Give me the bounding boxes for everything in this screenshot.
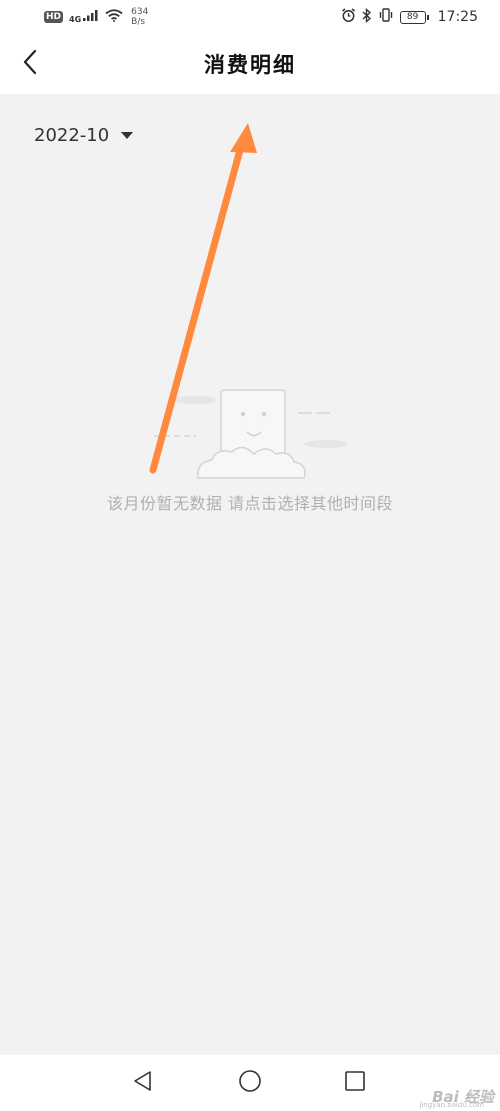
triangle-back-icon	[132, 1070, 154, 1096]
status-bar-right: 89 17:25	[341, 7, 478, 27]
circle-home-icon	[238, 1069, 262, 1097]
battery-level: 89	[406, 11, 419, 22]
navbar: 消费明细	[0, 34, 500, 94]
nav-home-button[interactable]	[236, 1069, 264, 1097]
back-button[interactable]	[14, 48, 46, 80]
status-bar: HD 4G 634 B/s 89 17:25	[0, 0, 500, 34]
watermark-subtext: jingyan.baidu.com	[419, 1101, 484, 1109]
status-bar-left: HD 4G 634 B/s	[44, 7, 148, 27]
speed-unit: B/s	[131, 17, 146, 27]
speed-value: 634	[131, 7, 149, 17]
wifi-icon	[105, 8, 123, 26]
bottom-navigation-bar: Bai 经验 jingyan.baidu.com	[0, 1055, 500, 1111]
alarm-icon	[341, 7, 356, 27]
page-title: 消费明细	[204, 52, 296, 77]
annotation-arrow	[149, 123, 257, 474]
empty-state-illustration	[150, 378, 350, 488]
hd-badge: HD	[44, 11, 64, 23]
network-speed: 634 B/s	[131, 7, 148, 27]
month-selector[interactable]: 2022-10	[34, 121, 134, 149]
square-recent-icon	[344, 1070, 366, 1096]
empty-state-message: 该月份暂无数据 请点击选择其他时间段	[106, 494, 394, 513]
network-type: 4G	[69, 15, 82, 24]
caret-down-icon	[121, 131, 134, 139]
clock: 17:25	[437, 9, 478, 25]
battery-icon: 89	[399, 10, 429, 24]
signal-icon	[83, 9, 99, 25]
nav-back-button[interactable]	[129, 1069, 157, 1097]
empty-box-icon	[154, 389, 348, 479]
bluetooth-icon	[362, 7, 372, 27]
vibrate-icon	[378, 8, 394, 26]
nav-recent-apps-button[interactable]	[341, 1069, 369, 1097]
chevron-left-icon	[22, 49, 38, 79]
baidu-watermark: Bai 经验 jingyan.baidu.com	[419, 1086, 494, 1109]
month-value: 2022-10	[34, 124, 110, 146]
